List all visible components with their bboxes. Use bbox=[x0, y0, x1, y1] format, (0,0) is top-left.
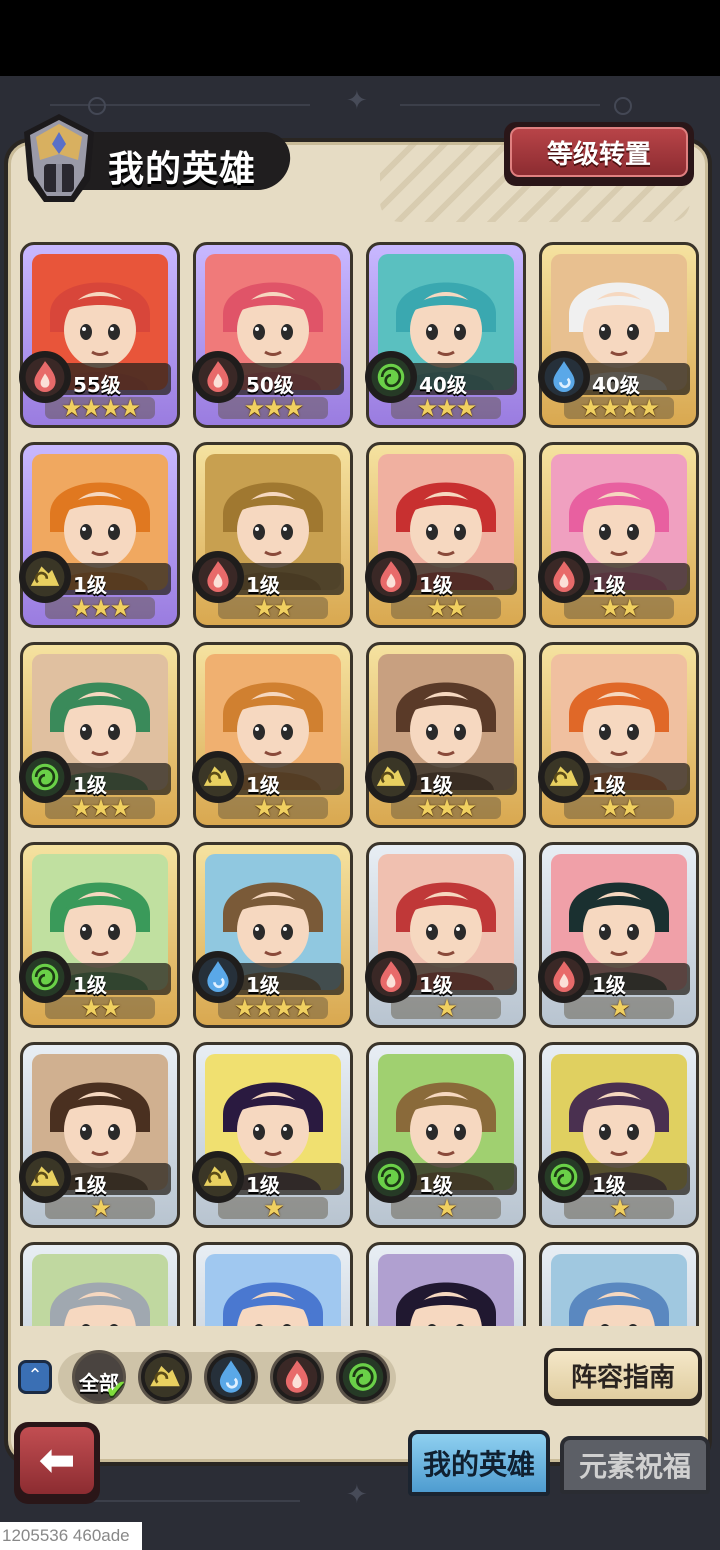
hero-grid[interactable]: 55级 ★★★★ 50级 ★★★ 40级 ★★★ 40级 ★★★★ 1级 ★★★ 1级 ★★ 1级 ★★ 1… bbox=[14, 236, 704, 1326]
wind-element-icon bbox=[339, 1353, 387, 1401]
hero-stars: ★★ bbox=[45, 996, 155, 1020]
hero-portrait bbox=[551, 1254, 687, 1326]
hero-stars: ★ bbox=[45, 1196, 155, 1220]
earth-element-icon bbox=[19, 551, 71, 603]
fire-element-icon bbox=[365, 551, 417, 603]
hero-card[interactable]: 1级 ★ bbox=[538, 842, 699, 1028]
checkmark-icon: ✔ bbox=[105, 1375, 127, 1405]
hero-card[interactable]: 1级 ★★★ bbox=[365, 642, 526, 828]
hero-stars: ★★★★ bbox=[218, 996, 328, 1020]
collapse-filter-button[interactable]: ⌃ bbox=[18, 1360, 52, 1394]
hero-card[interactable]: 1级 ★★★ bbox=[19, 642, 180, 828]
filter-fire-button[interactable] bbox=[270, 1350, 324, 1404]
hero-card[interactable]: 1级 ★ bbox=[19, 1042, 180, 1228]
hero-stars: ★★★ bbox=[218, 396, 328, 420]
fire-element-icon bbox=[192, 551, 244, 603]
filter-all-button[interactable]: 全部 ✔ bbox=[72, 1350, 127, 1405]
decor-line bbox=[400, 104, 600, 106]
hero-stars: ★ bbox=[218, 1196, 328, 1220]
filter-water-button[interactable] bbox=[204, 1350, 258, 1404]
hero-card[interactable]: 1级 ★★ bbox=[192, 642, 353, 828]
hero-card[interactable]: 1级 ★★ bbox=[19, 842, 180, 1028]
level-transfer-button[interactable]: 等级转置 bbox=[504, 122, 694, 186]
hero-card[interactable] bbox=[20, 1242, 180, 1326]
hero-stars: ★★★★ bbox=[45, 396, 155, 420]
wind-element-icon bbox=[19, 951, 71, 1003]
earth-element-icon bbox=[141, 1353, 189, 1401]
hero-card[interactable]: 50级 ★★★ bbox=[192, 242, 353, 428]
hero-card[interactable]: 1级 ★★ bbox=[192, 442, 353, 628]
back-button[interactable]: ⬅ bbox=[14, 1422, 100, 1504]
fire-element-icon bbox=[19, 351, 71, 403]
wind-element-icon bbox=[365, 351, 417, 403]
hero-stars: ★★★ bbox=[391, 796, 501, 820]
back-arrow-icon: ⬅ bbox=[20, 1427, 94, 1494]
hero-stars: ★★★★ bbox=[564, 396, 674, 420]
wind-element-icon bbox=[365, 1151, 417, 1203]
hero-portrait bbox=[32, 1254, 168, 1326]
fire-element-icon bbox=[538, 551, 590, 603]
earth-element-icon bbox=[192, 751, 244, 803]
fire-element-icon bbox=[273, 1353, 321, 1401]
hero-stars: ★★★ bbox=[45, 796, 155, 820]
hero-stars: ★ bbox=[564, 996, 674, 1020]
fire-element-icon bbox=[538, 951, 590, 1003]
hero-stars: ★★★ bbox=[45, 596, 155, 620]
hero-card[interactable]: 1级 ★★★ bbox=[19, 442, 180, 628]
decor-dot bbox=[614, 97, 632, 115]
water-element-icon bbox=[192, 951, 244, 1003]
wind-element-icon bbox=[19, 751, 71, 803]
water-element-icon bbox=[538, 351, 590, 403]
page-title: 我的英雄 bbox=[108, 149, 257, 190]
hero-card[interactable] bbox=[539, 1242, 699, 1326]
footer-id: 1205536 460ade bbox=[0, 1522, 142, 1550]
hero-card[interactable]: 40级 ★★★★ bbox=[538, 242, 699, 428]
hero-stars: ★★ bbox=[218, 596, 328, 620]
hero-card[interactable]: 1级 ★★★★ bbox=[192, 842, 353, 1028]
hero-card[interactable]: 1级 ★★ bbox=[538, 442, 699, 628]
helmet-icon bbox=[16, 110, 102, 206]
level-transfer-label: 等级转置 bbox=[510, 127, 688, 177]
fire-element-icon bbox=[192, 351, 244, 403]
tab-element-blessing[interactable]: 元素祝福 bbox=[560, 1436, 710, 1494]
hero-stars: ★ bbox=[391, 996, 501, 1020]
lineup-guide-label: 阵容指南 bbox=[548, 1351, 698, 1399]
earth-element-icon bbox=[538, 751, 590, 803]
hero-stars: ★ bbox=[391, 1196, 501, 1220]
hero-stars: ★★ bbox=[391, 596, 501, 620]
earth-element-icon bbox=[19, 1151, 71, 1203]
hero-card[interactable]: 1级 ★★ bbox=[365, 442, 526, 628]
earth-element-icon bbox=[192, 1151, 244, 1203]
hero-card[interactable] bbox=[366, 1242, 526, 1326]
hero-stars: ★ bbox=[564, 1196, 674, 1220]
hero-stars: ★★ bbox=[564, 596, 674, 620]
decor-star-icon: ✦ bbox=[346, 86, 368, 116]
hero-card[interactable]: 1级 ★ bbox=[538, 1042, 699, 1228]
hero-card[interactable]: 55级 ★★★★ bbox=[19, 242, 180, 428]
filter-wind-button[interactable] bbox=[336, 1350, 390, 1404]
hero-card[interactable]: 1级 ★ bbox=[365, 842, 526, 1028]
hero-card[interactable]: 1级 ★ bbox=[365, 1042, 526, 1228]
hero-portrait bbox=[205, 1254, 341, 1326]
hero-card[interactable]: 1级 ★★ bbox=[538, 642, 699, 828]
water-element-icon bbox=[207, 1353, 255, 1401]
lineup-guide-button[interactable]: 阵容指南 bbox=[544, 1348, 702, 1406]
fire-element-icon bbox=[365, 951, 417, 1003]
hero-stars: ★★ bbox=[564, 796, 674, 820]
hero-card[interactable]: 1级 ★ bbox=[192, 1042, 353, 1228]
wind-element-icon bbox=[538, 1151, 590, 1203]
hero-stars: ★★★ bbox=[391, 396, 501, 420]
hero-stars: ★★ bbox=[218, 796, 328, 820]
hero-portrait bbox=[378, 1254, 514, 1326]
decor-star-icon: ✦ bbox=[346, 1480, 368, 1510]
earth-element-icon bbox=[365, 751, 417, 803]
hero-card[interactable] bbox=[193, 1242, 353, 1326]
filter-earth-button[interactable] bbox=[138, 1350, 192, 1404]
tab-my-heroes[interactable]: 我的英雄 bbox=[408, 1430, 550, 1496]
hero-card[interactable]: 40级 ★★★ bbox=[365, 242, 526, 428]
